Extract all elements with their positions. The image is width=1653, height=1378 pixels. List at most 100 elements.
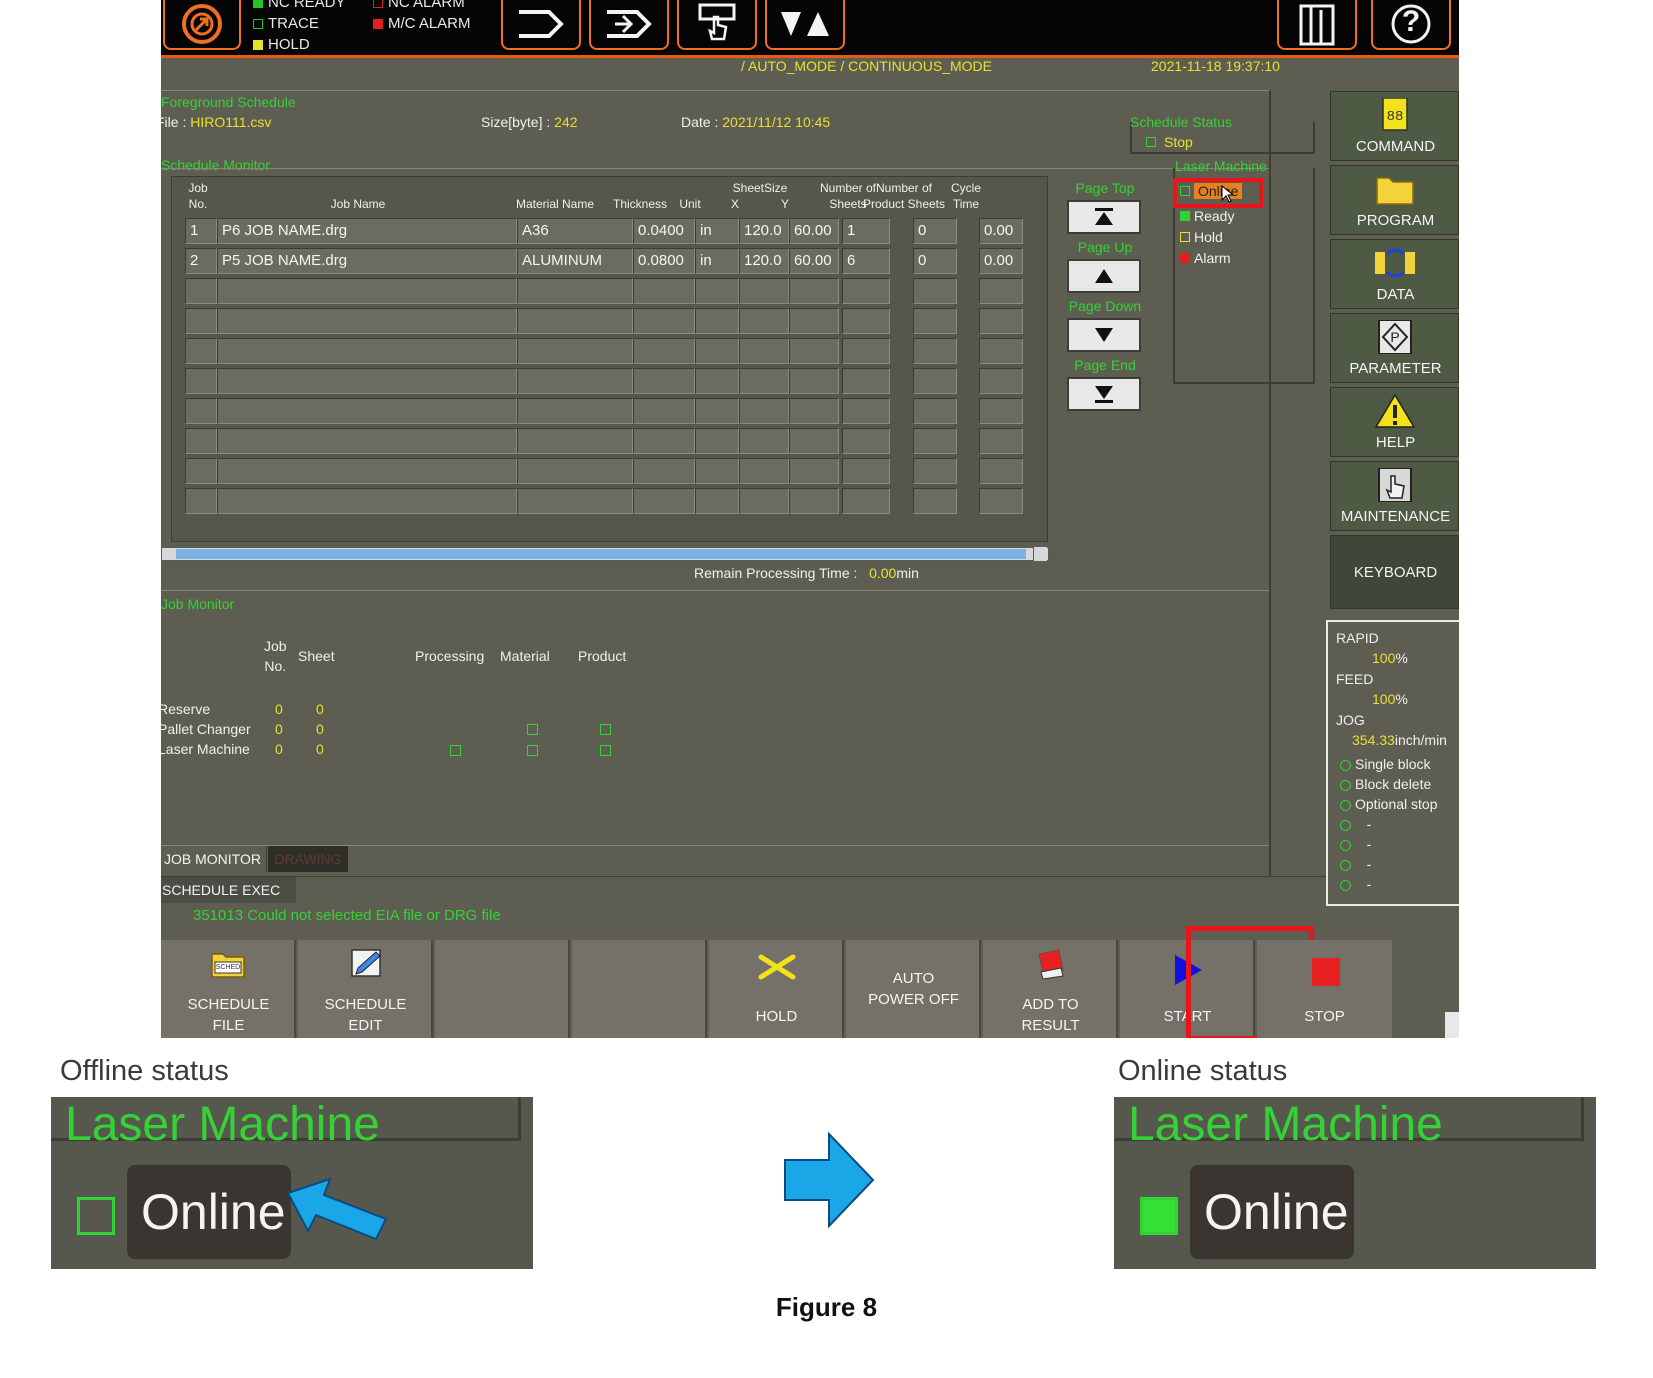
table-cell — [913, 488, 957, 514]
ready-status: Ready — [1180, 208, 1234, 224]
tab-drawing[interactable]: DRAWING — [268, 846, 348, 872]
jm-reserve-sheet: 0 — [316, 701, 324, 717]
th-cycle-time: Cycle Time — [950, 181, 981, 211]
table-cell — [185, 458, 217, 484]
remain-time: Remain Processing Time : 0.00min — [694, 565, 919, 581]
empty-button-1[interactable] — [435, 940, 570, 1038]
add-to-result-button[interactable]: ADD TO RESULT — [983, 940, 1118, 1038]
feed-label: FEED — [1336, 671, 1374, 687]
menu-program-button[interactable]: PROGRAM — [1330, 165, 1459, 235]
table-cell — [739, 458, 789, 484]
table-cell — [913, 458, 957, 484]
page-up-button[interactable] — [1067, 259, 1141, 293]
panel-right-edge — [1269, 90, 1271, 876]
jm-laser-product-lamp — [600, 745, 611, 756]
table-cell — [739, 428, 789, 454]
mouse-cursor-icon — [1221, 185, 1235, 203]
table-cell: P6 JOB NAME.drg — [217, 218, 517, 244]
menu-help-button[interactable]: HELP — [1330, 387, 1459, 457]
tab-job-monitor[interactable]: JOB MONITOR — [161, 846, 267, 872]
table-cell: 60.00 — [789, 248, 839, 274]
double-arrow-icon — [607, 10, 652, 38]
home-button[interactable] — [163, 0, 241, 50]
th-num-product: Number of Product Sheets — [862, 181, 946, 211]
scrollbar-thumb[interactable] — [176, 549, 1026, 559]
tab-schedule-exec[interactable]: SCHEDULE EXEC — [161, 877, 296, 903]
table-cell — [842, 338, 890, 364]
table-cell — [842, 428, 890, 454]
stop-button[interactable]: STOP — [1257, 940, 1392, 1038]
rapid-value: 100% — [1372, 650, 1408, 666]
auto-power-off-button[interactable]: AUTO POWER OFF — [846, 940, 981, 1038]
table-cell — [842, 488, 890, 514]
jm-pallet-material-lamp — [527, 724, 538, 735]
transition-arrow-icon — [784, 1132, 875, 1228]
page-down-label: Page Down — [1068, 298, 1142, 314]
jm-col-processing: Processing — [415, 648, 485, 664]
table-cell — [789, 398, 839, 424]
page-down-button[interactable] — [1067, 318, 1141, 352]
table-cell — [913, 368, 957, 394]
job-monitor-title: Job Monitor — [161, 596, 235, 612]
table-cell — [633, 458, 695, 484]
table-cell — [913, 428, 957, 454]
online-inset-lamp — [1140, 1197, 1178, 1235]
size-info: Size[byte] : 242 — [481, 114, 578, 130]
door-icon — [1299, 4, 1335, 46]
page-end-label: Page End — [1074, 357, 1136, 373]
schedule-file-button[interactable]: SCHED SCHEDULE FILE — [161, 940, 296, 1038]
table-cell — [739, 278, 789, 304]
table-cell: 0.0800 — [633, 248, 695, 274]
table-cell: 2 — [185, 248, 217, 274]
scroll-right-button[interactable] — [1033, 547, 1047, 561]
job-monitor-divider — [161, 590, 1269, 591]
hold-button[interactable]: HOLD — [709, 940, 844, 1038]
online-inset-title: Laser Machine — [1128, 1098, 1443, 1151]
table-cell — [517, 338, 633, 364]
cycle-button-2[interactable] — [589, 0, 669, 50]
jog-value: 354.33inch/min — [1352, 732, 1447, 748]
menu-parameter-button[interactable]: P PARAMETER — [1330, 313, 1459, 383]
table-cell — [789, 458, 839, 484]
side-scroll-tab[interactable] — [1445, 1012, 1459, 1038]
menu-maintenance-button[interactable]: MAINTENANCE — [1330, 461, 1459, 531]
page-top-button[interactable] — [1067, 200, 1141, 234]
table-cell — [739, 308, 789, 334]
mode-text: / AUTO_MODE / CONTINUOUS_MODE — [741, 58, 992, 74]
help-button[interactable]: ? — [1371, 0, 1451, 50]
menu-command-button[interactable]: 88 COMMAND — [1330, 91, 1459, 161]
head-updown-button[interactable] — [765, 0, 845, 50]
block-delete-option[interactable]: Block delete — [1340, 776, 1431, 792]
optional-stop-option[interactable]: Optional stop — [1340, 796, 1438, 812]
table-cell — [789, 278, 839, 304]
warning-icon — [1375, 394, 1415, 428]
jm-pallet-job: 0 — [275, 721, 283, 737]
table-cell — [633, 428, 695, 454]
table-cell — [842, 458, 890, 484]
schedule-edit-button[interactable]: SCHEDULE EDIT — [298, 940, 433, 1038]
online-button[interactable]: Online — [1194, 183, 1243, 199]
table-cell — [217, 308, 517, 334]
table-cell: 0.0400 — [633, 218, 695, 244]
horizontal-scrollbar[interactable] — [161, 547, 1049, 561]
table-cell — [695, 368, 739, 394]
jm-col-product: Product — [578, 648, 627, 664]
header-divider — [161, 90, 1269, 91]
page-end-button[interactable] — [1067, 377, 1141, 411]
table-cell — [217, 488, 517, 514]
jm-laser-sheet: 0 — [316, 741, 324, 757]
page-up-icon — [1095, 269, 1113, 283]
table-cell — [185, 368, 217, 394]
home-icon — [182, 4, 222, 44]
menu-data-button[interactable]: DATA — [1330, 239, 1459, 309]
help-symbol: ? — [1401, 5, 1421, 38]
jm-col-material: Material — [500, 648, 550, 664]
table-cell — [979, 338, 1023, 364]
empty-button-2[interactable] — [572, 940, 707, 1038]
door-button[interactable] — [1277, 0, 1357, 50]
operation-button[interactable] — [677, 0, 757, 50]
cycle-button-1[interactable] — [501, 0, 581, 50]
menu-keyboard-button[interactable]: KEYBOARD — [1330, 535, 1459, 609]
single-block-option[interactable]: Single block — [1340, 756, 1431, 772]
command-icon: 88 — [1382, 98, 1408, 131]
